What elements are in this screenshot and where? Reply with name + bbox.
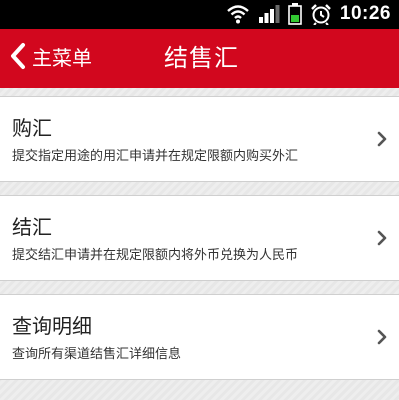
menu-item-purchase[interactable]: 购汇 提交指定用途的用汇申请并在规定限额内购买外汇 [0,96,399,182]
chevron-right-icon [377,131,387,151]
header-bar: 主菜单 结售汇 [0,29,399,88]
back-button-label: 主菜单 [32,46,92,70]
alarm-icon [310,3,332,25]
menu-item-title: 查询明细 [12,314,92,338]
menu-item-description: 查询所有渠道结售汇详细信息 [12,347,182,362]
status-bar: 10:26 [0,0,399,29]
menu-item-description: 提交结汇申请并在规定限额内将外币兑换为人民币 [12,248,299,263]
status-time: 10:26 [339,3,391,24]
menu-item-settlement[interactable]: 结汇 提交结汇申请并在规定限额内将外币兑换为人民币 [0,195,399,281]
page-title: 结售汇 [164,44,239,72]
status-icons: 10:26 [226,3,391,25]
menu-item-query-details[interactable]: 查询明细 查询所有渠道结售汇详细信息 [0,294,399,380]
chevron-left-icon [10,42,26,74]
chevron-right-icon [377,230,387,250]
chevron-right-icon [377,329,387,349]
battery-icon [288,3,302,25]
screen: 10:26 主菜单 结售汇 购汇 提交指定用途的用汇申请并在规定限额内购买外汇 … [0,0,399,400]
signal-icon [258,4,280,24]
back-button[interactable]: 主菜单 [10,41,92,75]
menu-item-title: 购汇 [12,116,52,140]
menu-item-title: 结汇 [12,215,52,239]
wifi-icon [226,4,250,24]
menu-item-description: 提交指定用途的用汇申请并在规定限额内购买外汇 [12,149,299,164]
